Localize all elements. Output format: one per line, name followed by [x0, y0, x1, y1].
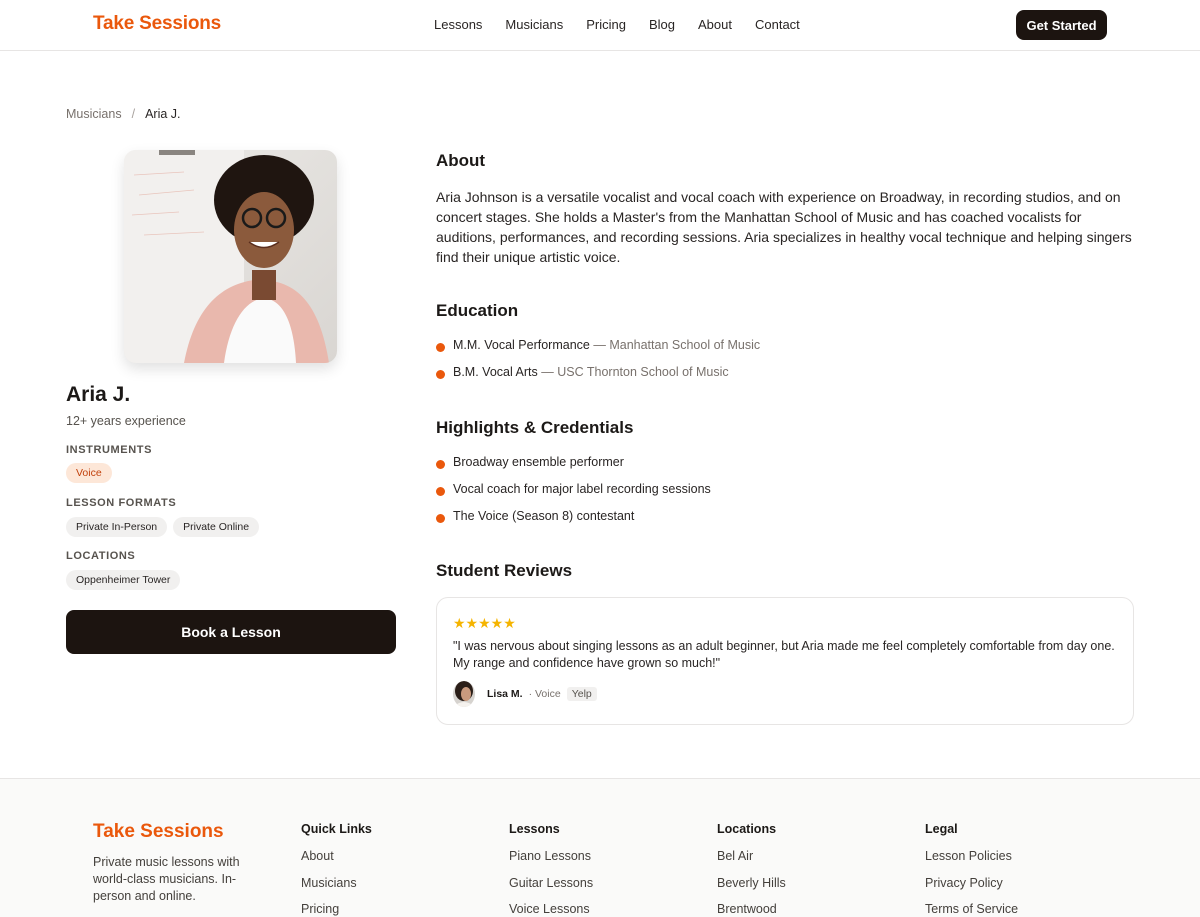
star-rating-icon: ★★★★★ — [453, 615, 516, 631]
footer-link[interactable]: Guitar Lessons — [509, 876, 593, 903]
experience-text: 12+ years experience — [66, 414, 186, 428]
instruments-label: INSTRUMENTS — [66, 444, 153, 456]
nav-contact[interactable]: Contact — [755, 17, 800, 32]
education-heading: Education — [436, 301, 519, 320]
instruments-list: Voice — [66, 463, 112, 483]
footer-tagline: Private music lessons with world-class m… — [93, 855, 240, 903]
highlights-heading: Highlights & Credentials — [436, 418, 634, 437]
highlight-text: The Voice (Season 8) contestant — [453, 509, 635, 523]
format-chip: Private In-Person — [66, 517, 168, 537]
list-item: The Voice (Season 8) contestant — [436, 509, 711, 536]
footer-link[interactable]: Pricing — [301, 902, 372, 917]
footer-column-legal: Legal Lesson Policies Privacy Policy Ter… — [925, 822, 1018, 917]
footer-link[interactable]: Beverly Hills — [717, 876, 786, 903]
footer-column-lessons: Lessons Piano Lessons Guitar Lessons Voi… — [509, 822, 593, 917]
footer-column-locations: Locations Bel Air Beverly Hills Brentwoo… — [717, 822, 786, 917]
location-chip: Oppenheimer Tower — [66, 570, 181, 590]
list-item: B.M. Vocal Arts — USC Thornton School of… — [436, 365, 760, 392]
reviewer-name: Lisa M. — [487, 688, 523, 700]
format-chip: Private Online — [173, 517, 260, 537]
degree: M.M. Vocal Performance — [453, 338, 590, 352]
bullet-dot-icon — [436, 343, 445, 352]
footer-link[interactable]: Lesson Policies — [925, 849, 1018, 876]
avatar — [453, 681, 475, 707]
education-list: M.M. Vocal Performance — Manhattan Schoo… — [436, 338, 760, 392]
breadcrumb-current: Aria J. — [145, 107, 181, 121]
about-text: Aria Johnson is a versatile vocalist and… — [436, 189, 1132, 265]
list-item: Vocal coach for major label recording se… — [436, 482, 711, 509]
brand-logo[interactable]: Take Sessions — [93, 13, 221, 35]
footer-link[interactable]: Privacy Policy — [925, 876, 1018, 903]
bullet-dot-icon — [436, 514, 445, 523]
review-text: "I was nervous about singing lessons as … — [453, 639, 1115, 670]
book-lesson-button[interactable]: Book a Lesson — [66, 610, 396, 654]
nav-about[interactable]: About — [698, 17, 732, 32]
review-context: · Voice — [528, 688, 561, 700]
review-source-badge: Yelp — [566, 687, 597, 701]
profile-photo — [124, 150, 337, 363]
locations-label: LOCATIONS — [66, 550, 136, 562]
footer-column-title: Quick Links — [301, 822, 372, 836]
nav-lessons[interactable]: Lessons — [434, 17, 482, 32]
school-name: USC Thornton School of Music — [557, 365, 729, 379]
nav-musicians[interactable]: Musicians — [505, 17, 563, 32]
school-name: Manhattan School of Music — [609, 338, 761, 352]
footer-column-title: Lessons — [509, 822, 560, 836]
footer-link[interactable]: Musicians — [301, 876, 372, 903]
school-separator: — — [541, 365, 558, 379]
nav-pricing[interactable]: Pricing — [586, 17, 626, 32]
reviews-heading: Student Reviews — [436, 561, 573, 580]
nav-blog[interactable]: Blog — [649, 17, 675, 32]
locations-list: Oppenheimer Tower — [66, 570, 181, 590]
bullet-dot-icon — [436, 460, 445, 469]
highlight-text: Vocal coach for major label recording se… — [453, 482, 711, 496]
footer-column-title: Locations — [717, 822, 777, 836]
highlight-text: Broadway ensemble performer — [453, 455, 624, 469]
site-footer: Take Sessions Private music lessons with… — [0, 778, 1200, 917]
get-started-button[interactable]: Get Started — [1016, 10, 1107, 40]
bullet-dot-icon — [436, 370, 445, 379]
footer-column-quick-links: Quick Links About Musicians Pricing — [301, 822, 372, 917]
list-item: Broadway ensemble performer — [436, 455, 711, 482]
about-heading: About — [436, 151, 486, 170]
footer-column-title: Legal — [925, 822, 958, 836]
footer-link[interactable]: Voice Lessons — [509, 902, 593, 917]
footer-link[interactable]: Bel Air — [717, 849, 786, 876]
school-separator: — — [593, 338, 610, 352]
main-nav: Lessons Musicians Pricing Blog About Con… — [434, 17, 823, 32]
breadcrumb-separator: / — [131, 107, 136, 121]
review-card: ★★★★★ "I was nervous about singing lesso… — [436, 597, 1134, 725]
footer-link[interactable]: Piano Lessons — [509, 849, 593, 876]
instrument-chip: Voice — [66, 463, 112, 483]
footer-link[interactable]: Terms of Service — [925, 902, 1018, 917]
list-item: M.M. Vocal Performance — Manhattan Schoo… — [436, 338, 760, 365]
lesson-formats-label: LESSON FORMATS — [66, 497, 177, 509]
bullet-dot-icon — [436, 487, 445, 496]
footer-link[interactable]: About — [301, 849, 372, 876]
musician-name: Aria J. — [66, 383, 131, 406]
breadcrumb-musicians[interactable]: Musicians — [66, 107, 122, 121]
highlights-list: Broadway ensemble performer Vocal coach … — [436, 455, 711, 536]
breadcrumb: Musicians / Aria J. — [66, 107, 181, 121]
review-meta: Lisa M. · Voice Yelp — [487, 687, 597, 701]
degree: B.M. Vocal Arts — [453, 365, 538, 379]
site-header: Take Sessions Lessons Musicians Pricing … — [0, 0, 1200, 51]
lesson-formats-list: Private In-Person Private Online — [66, 517, 260, 537]
footer-brand-logo[interactable]: Take Sessions — [93, 821, 224, 843]
footer-link[interactable]: Brentwood — [717, 902, 786, 917]
